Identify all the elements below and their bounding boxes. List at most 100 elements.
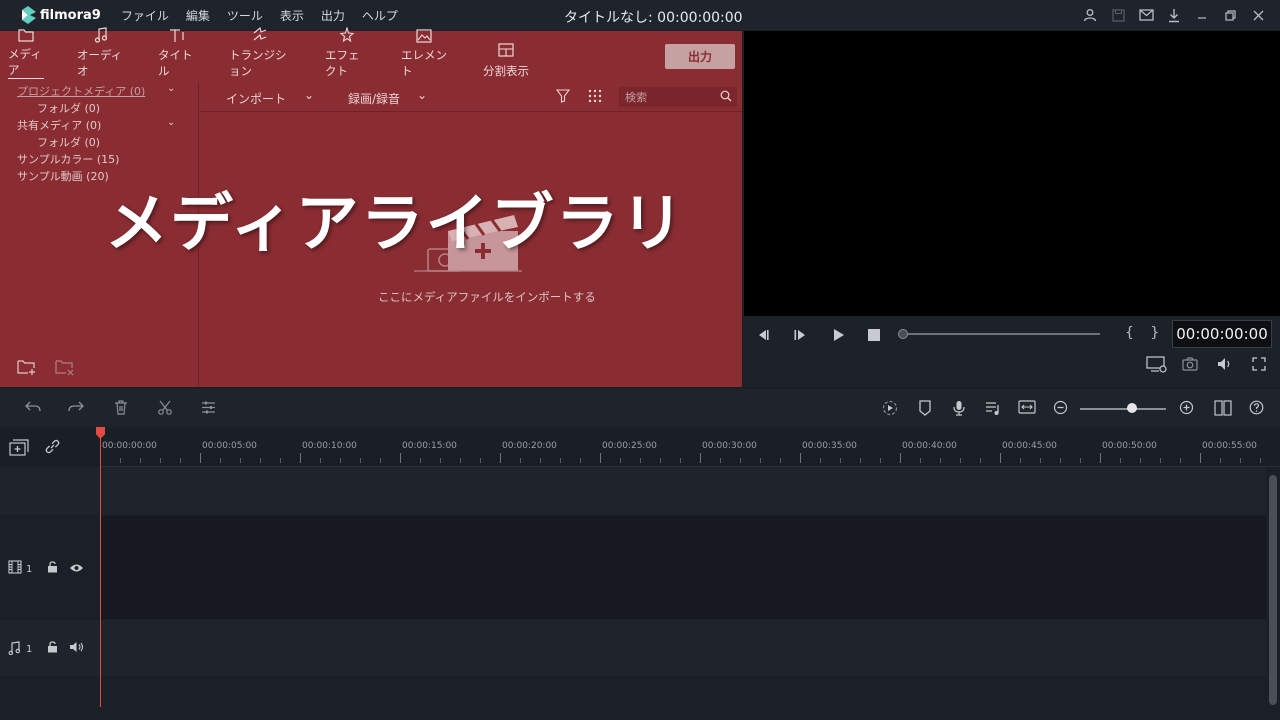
ruler-minor-tick	[380, 458, 381, 463]
filter-icon[interactable]	[555, 89, 571, 106]
eye-icon[interactable]	[69, 562, 84, 576]
ruler-major-tick	[600, 453, 601, 463]
tab-elements[interactable]: エレメント	[401, 29, 447, 79]
layout-columns-icon[interactable]	[1214, 400, 1232, 419]
play-icon[interactable]	[832, 328, 846, 345]
snapshot-camera-icon[interactable]	[1182, 357, 1198, 374]
chevron-down-icon[interactable]: ⌄	[417, 88, 427, 102]
ruler-minor-tick	[540, 458, 541, 463]
add-folder-icon[interactable]	[17, 359, 37, 379]
marker-icon[interactable]	[918, 400, 932, 419]
render-icon[interactable]	[882, 400, 900, 419]
search-input[interactable]	[625, 89, 715, 105]
tab-elements-label: エレメント	[401, 48, 447, 78]
zoom-in-icon[interactable]	[1179, 400, 1194, 418]
ruler-minor-tick	[360, 458, 361, 463]
adjust-icon[interactable]	[201, 400, 216, 418]
menu-help[interactable]: ヘルプ	[362, 7, 398, 24]
delete-folder-icon[interactable]	[55, 359, 75, 379]
menu-tools[interactable]: ツール	[227, 7, 263, 24]
tree-sample-colors[interactable]: サンプルカラー (15)	[17, 151, 119, 167]
ruler-minor-tick	[680, 458, 681, 463]
tab-effects[interactable]: エフェクト	[325, 27, 369, 79]
stop-icon[interactable]	[868, 329, 880, 344]
tab-split-screen[interactable]: 分割表示	[481, 31, 531, 79]
tree-shared-folder[interactable]: フォルダ (0)	[37, 134, 100, 150]
speaker-icon[interactable]	[69, 641, 85, 656]
ruler-minor-tick	[140, 458, 141, 463]
ruler-minor-tick	[880, 458, 881, 463]
app-logo: filmora9	[20, 6, 101, 24]
render-preview-icon[interactable]	[1146, 356, 1168, 376]
empty-track-area[interactable]	[100, 467, 1266, 515]
ruler-minor-tick	[1260, 458, 1261, 463]
tree-project-folder[interactable]: フォルダ (0)	[37, 100, 100, 116]
preview-scrub-track[interactable]	[902, 333, 1100, 335]
mail-icon[interactable]	[1138, 7, 1154, 23]
playhead[interactable]	[100, 427, 101, 707]
zoom-slider-handle[interactable]	[1127, 403, 1137, 413]
cut-icon[interactable]	[158, 400, 172, 418]
grid-view-icon[interactable]	[588, 89, 602, 106]
close-icon[interactable]	[1250, 7, 1266, 23]
tab-titles[interactable]: タイトル	[158, 29, 196, 79]
chevron-down-icon[interactable]: ⌄	[167, 117, 175, 128]
chevron-down-icon[interactable]: ⌄	[304, 88, 314, 102]
help-icon[interactable]	[1249, 400, 1264, 418]
menu-view[interactable]: 表示	[280, 7, 304, 24]
ruler-minor-tick	[920, 458, 921, 463]
ruler-time-label: 00:00:25:00	[602, 441, 657, 451]
tab-transitions[interactable]: トランジション	[229, 27, 291, 79]
video-track-1[interactable]	[100, 516, 1266, 619]
zoom-slider-track[interactable]	[1080, 408, 1166, 410]
audio-track-1[interactable]	[100, 620, 1266, 676]
audio-mixer-icon[interactable]	[985, 400, 1001, 419]
search-icon[interactable]	[720, 90, 732, 105]
timeline-ruler[interactable]: 00:00:00:00 00:00:05:00 00:00:10:00 00:00:1…	[100, 427, 1280, 467]
ruler-major-tick	[1100, 453, 1101, 463]
import-button[interactable]: インポート	[226, 90, 286, 107]
timeline-empty-area[interactable]	[100, 677, 1266, 720]
tab-media[interactable]: メディア	[8, 29, 44, 79]
microphone-icon[interactable]	[952, 400, 966, 419]
lock-icon[interactable]	[47, 561, 58, 576]
image-element-icon	[416, 29, 432, 43]
restore-icon[interactable]	[1222, 7, 1238, 23]
ruler-minor-tick	[1060, 458, 1061, 463]
menu-file[interactable]: ファイル	[121, 7, 169, 24]
redo-icon[interactable]	[68, 400, 84, 417]
ruler-minor-tick	[860, 458, 861, 463]
lock-icon[interactable]	[47, 641, 58, 656]
tab-audio[interactable]: オーディオ	[77, 27, 125, 79]
preview-scrub-handle[interactable]	[898, 329, 908, 339]
minimize-icon[interactable]	[1194, 7, 1210, 23]
menu-export[interactable]: 出力	[321, 7, 345, 24]
menu-edit[interactable]: 編集	[186, 7, 210, 24]
ruler-minor-tick	[440, 458, 441, 463]
fit-timeline-icon[interactable]	[1018, 400, 1036, 417]
link-icon[interactable]	[44, 438, 61, 458]
media-library-overlay-title: メディアライブラリ	[105, 187, 686, 260]
ruler-major-tick	[500, 453, 501, 463]
record-button[interactable]: 録画/録音	[348, 90, 400, 107]
undo-icon[interactable]	[25, 400, 41, 417]
window-controls	[1070, 7, 1266, 23]
timeline-scrollbar-thumb[interactable]	[1269, 475, 1277, 705]
add-track-icon[interactable]	[9, 439, 29, 459]
volume-icon[interactable]	[1217, 357, 1233, 374]
save-icon[interactable]	[1110, 7, 1126, 23]
fullscreen-icon[interactable]	[1252, 357, 1266, 374]
tree-shared-media[interactable]: 共有メディア (0)	[17, 117, 101, 133]
zoom-out-icon[interactable]	[1053, 400, 1068, 418]
delete-icon[interactable]	[114, 400, 128, 418]
timeline-scrollbar[interactable]	[1266, 467, 1280, 720]
previous-frame-icon[interactable]	[756, 328, 770, 345]
user-icon[interactable]	[1082, 7, 1098, 23]
tree-project-media[interactable]: プロジェクトメディア (0)	[17, 83, 145, 99]
next-frame-icon[interactable]	[793, 328, 807, 345]
chevron-down-icon[interactable]: ⌄	[167, 83, 175, 94]
download-icon[interactable]	[1166, 7, 1182, 23]
in-out-markers[interactable]: { }	[1125, 325, 1165, 341]
tree-sample-videos[interactable]: サンプル動画 (20)	[17, 168, 109, 184]
export-button[interactable]: 出力	[665, 44, 735, 69]
